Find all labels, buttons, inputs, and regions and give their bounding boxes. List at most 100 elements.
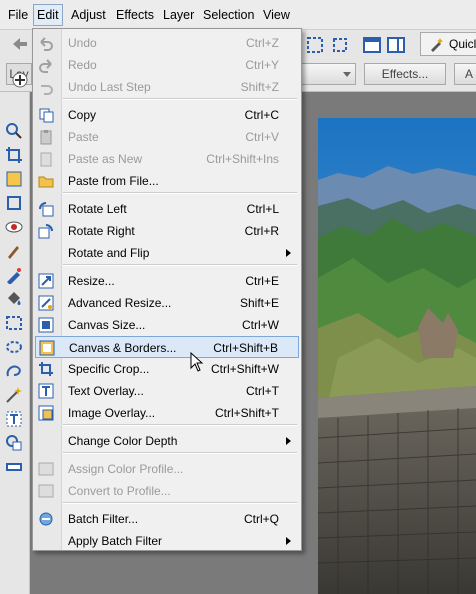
menu-item-shortcut: Ctrl+T xyxy=(246,384,279,398)
canvas-borders-icon xyxy=(39,340,55,356)
crop-tool-icon[interactable] xyxy=(5,146,23,164)
menu-item-shortcut: Shift+E xyxy=(239,296,279,310)
menu-bar: File Edit Adjust Effects Layer Selection… xyxy=(0,0,476,30)
shape-tool-icon[interactable] xyxy=(5,434,23,452)
menu-item-label: Rotate Left xyxy=(68,202,127,216)
resize-icon xyxy=(38,273,54,289)
menu-file[interactable]: File xyxy=(5,5,31,25)
menu-separator xyxy=(63,452,297,454)
menu-item-shortcut: Ctrl+V xyxy=(245,130,279,144)
paste-new-icon xyxy=(40,152,52,167)
effects-button[interactable]: Effects... xyxy=(364,63,446,85)
folder-icon xyxy=(38,176,54,188)
menu-item-label: Paste xyxy=(68,130,99,144)
zoom-icon[interactable] xyxy=(5,122,23,140)
gradient-icon[interactable] xyxy=(5,458,23,476)
menu-effects[interactable]: Effects xyxy=(113,5,157,25)
magic-wand-icon[interactable] xyxy=(5,386,23,404)
menu-item-shortcut: Ctrl+Shift+W xyxy=(210,362,279,376)
menu-layer[interactable]: Layer xyxy=(160,5,197,25)
menu-view[interactable]: View xyxy=(260,5,293,25)
brush-icon[interactable] xyxy=(5,242,23,260)
menu-item-label: Redo xyxy=(68,58,97,72)
canvas-size-icon xyxy=(38,317,54,333)
retouch-icon[interactable] xyxy=(5,266,23,284)
menu-item-shortcut: Ctrl+W xyxy=(242,318,279,332)
copy-icon xyxy=(39,108,54,123)
menu-adjust[interactable]: Adjust xyxy=(68,5,109,25)
image-overlay-icon xyxy=(38,405,54,421)
menu-item-shortcut: Ctrl+E xyxy=(245,274,279,288)
menu-item-shortcut: Ctrl+Z xyxy=(246,36,279,50)
lasso-icon[interactable] xyxy=(5,362,23,380)
fill-icon[interactable] xyxy=(5,290,23,308)
menu-item-apply-batch-filter[interactable]: Apply Batch Filter xyxy=(35,530,299,552)
menu-item-convert-to-profile: Convert to Profile... xyxy=(35,480,299,502)
submenu-arrow-icon xyxy=(286,537,291,545)
menu-item-advanced-resize[interactable]: Advanced Resize... Shift+E xyxy=(35,292,299,314)
submenu-arrow-icon xyxy=(286,249,291,257)
menu-item-label: Rotate and Flip xyxy=(68,246,150,260)
menu-item-shortcut: Ctrl+Y xyxy=(245,58,279,72)
mouse-cursor-icon xyxy=(190,352,204,372)
menu-item-label: Canvas & Borders... xyxy=(69,341,177,355)
window-icon[interactable] xyxy=(362,35,382,55)
menu-item-rotate-left[interactable]: Rotate Left Ctrl+L xyxy=(35,198,299,220)
menu-separator xyxy=(63,502,297,504)
menu-item-paste-from-file[interactable]: Paste from File... xyxy=(35,170,299,192)
menu-item-label: Undo Last Step xyxy=(68,80,151,94)
menu-item-specific-crop[interactable]: Specific Crop... Ctrl+Shift+W xyxy=(35,358,299,380)
partial-button[interactable]: A xyxy=(454,63,476,85)
image-photo[interactable] xyxy=(318,118,476,594)
convert-profile-icon xyxy=(38,484,54,498)
menu-item-canvas-size[interactable]: Canvas Size... Ctrl+W xyxy=(35,314,299,336)
back-arrow-icon[interactable] xyxy=(10,34,30,54)
menu-item-shortcut: Ctrl+Shift+T xyxy=(214,406,279,420)
menu-separator xyxy=(63,192,297,194)
menu-item-shortcut: Ctrl+L xyxy=(246,202,279,216)
chevron-down-icon xyxy=(343,72,351,77)
menu-selection[interactable]: Selection xyxy=(200,5,257,25)
straighten-icon[interactable] xyxy=(5,170,23,188)
rect-select-icon[interactable] xyxy=(5,314,23,332)
menu-separator xyxy=(63,424,297,426)
menu-item-label: Batch Filter... xyxy=(68,512,139,526)
menu-item-paste: Paste Ctrl+V xyxy=(35,126,299,148)
menu-item-resize[interactable]: Resize... Ctrl+E xyxy=(35,270,299,292)
split-view-icon[interactable] xyxy=(386,35,406,55)
red-eye-icon[interactable] xyxy=(5,218,23,236)
menu-item-label: Assign Color Profile... xyxy=(68,462,184,476)
rotate-right-icon xyxy=(38,224,53,239)
menu-item-label: Rotate Right xyxy=(68,224,135,238)
menu-item-shortcut: Ctrl+Q xyxy=(243,512,279,526)
text-tool-icon[interactable] xyxy=(5,410,23,428)
menu-separator xyxy=(63,264,297,266)
menu-item-redo: Redo Ctrl+Y xyxy=(35,54,299,76)
menu-item-batch-filter[interactable]: Batch Filter... Ctrl+Q xyxy=(35,508,299,530)
menu-item-undo: Undo Ctrl+Z xyxy=(35,32,299,54)
menu-item-canvas-borders[interactable]: Canvas & Borders... Ctrl+Shift+B xyxy=(35,336,299,358)
menu-item-image-overlay[interactable]: Image Overlay... Ctrl+Shift+T xyxy=(35,402,299,424)
text-overlay-icon xyxy=(38,383,54,399)
menu-item-label: Paste as New xyxy=(68,152,143,166)
menu-item-change-color-depth[interactable]: Change Color Depth xyxy=(35,430,299,452)
menu-item-text-overlay[interactable]: Text Overlay... Ctrl+T xyxy=(35,380,299,402)
menu-item-rotate-right[interactable]: Rotate Right Ctrl+R xyxy=(35,220,299,242)
menu-item-copy[interactable]: Copy Ctrl+C xyxy=(35,104,299,126)
menu-edit[interactable]: Edit xyxy=(33,4,63,26)
menu-item-label: Change Color Depth xyxy=(68,434,178,448)
menu-item-paste-as-new: Paste as New Ctrl+Shift+Ins xyxy=(35,148,299,170)
ellipse-select-icon[interactable] xyxy=(5,338,23,356)
assign-profile-icon xyxy=(38,462,54,476)
transform-icon[interactable] xyxy=(5,194,23,212)
menu-item-label: Copy xyxy=(68,108,97,122)
menu-item-rotate-and-flip[interactable]: Rotate and Flip xyxy=(35,242,299,264)
menu-item-label: Image Overlay... xyxy=(68,406,156,420)
frame-icon[interactable] xyxy=(305,35,325,55)
batch-filter-icon xyxy=(39,512,53,526)
edit-menu-dropdown: Undo Ctrl+Z Redo Ctrl+Y Undo Last Step Shift+… xyxy=(32,28,302,551)
crop-frame-icon[interactable] xyxy=(330,35,350,55)
quick-button[interactable]: Quicl xyxy=(420,32,476,56)
advanced-resize-icon xyxy=(38,295,54,311)
add-layer-icon[interactable] xyxy=(10,70,30,90)
